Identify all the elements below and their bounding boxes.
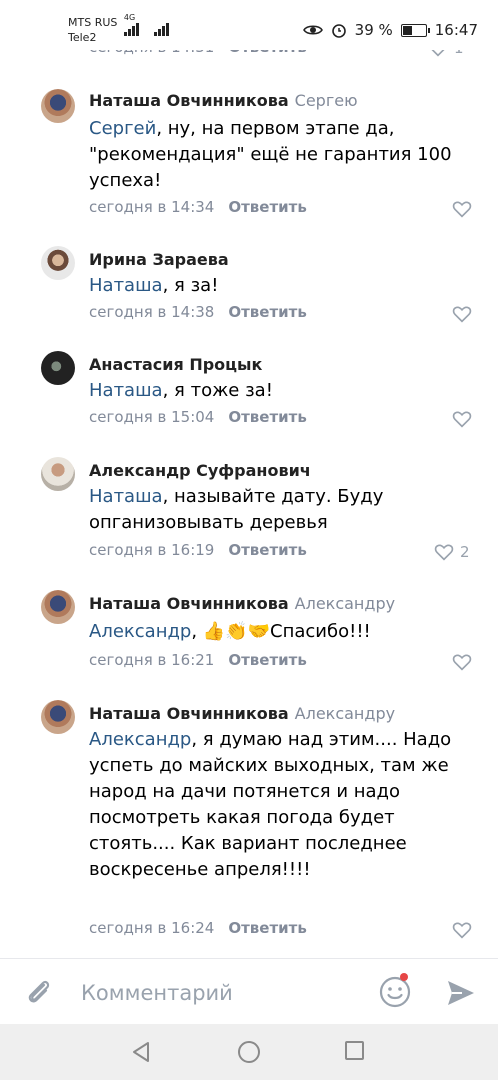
comment-input[interactable] <box>79 975 373 1011</box>
eye-icon <box>302 25 323 35</box>
like-button[interactable] <box>452 409 474 429</box>
comment-text: Наташа, я за! <box>89 273 479 299</box>
comment-text: Наташа, называйте дату. Буду опганизовыв… <box>89 484 479 536</box>
comment-body: , я тоже за! <box>162 380 273 401</box>
reply-button[interactable]: Ответить <box>228 651 307 669</box>
heart-icon <box>452 411 472 428</box>
alarm-icon <box>331 24 346 38</box>
comment-time: сегодня в 16:24 <box>89 919 215 937</box>
comment-meta: сегодня в 14:38 Ответить <box>89 303 307 321</box>
comment-item: Наташа Овчинникова Александру Александр, … <box>0 698 498 953</box>
status-bar: MTS RUS 4G Tele2 39 % 16:47 <box>0 0 498 50</box>
mention-link[interactable]: Наташа <box>89 275 163 296</box>
send-icon[interactable] <box>446 979 476 1007</box>
comment-body: , я за! <box>162 275 219 296</box>
avatar[interactable] <box>41 351 75 385</box>
mention-link[interactable]: Сергей <box>89 118 156 139</box>
comment-body: , <box>191 621 203 642</box>
reply-to-label: Сергею <box>294 91 358 110</box>
comment-author[interactable]: Анастасия Процык <box>89 355 262 374</box>
heart-icon <box>452 922 472 939</box>
comment-time: сегодня в 15:04 <box>89 408 215 426</box>
recents-icon[interactable] <box>345 1041 364 1060</box>
emoji-group: 👍👏🤝 <box>202 621 271 642</box>
avatar[interactable] <box>41 457 75 491</box>
reply-to-label: Александру <box>294 704 396 723</box>
reply-button[interactable]: Ответить <box>228 303 307 321</box>
home-icon[interactable] <box>238 1041 260 1063</box>
comment-composer <box>0 958 498 1025</box>
like-button[interactable] <box>452 199 474 219</box>
comment-author[interactable]: Наташа Овчинникова <box>89 91 289 110</box>
carrier-1: MTS RUS <box>68 16 118 29</box>
reply-button[interactable]: Ответить <box>228 919 307 937</box>
system-nav-bar <box>0 1024 498 1080</box>
like-count: 2 <box>460 543 470 561</box>
like-button[interactable] <box>452 652 474 672</box>
heart-icon <box>452 654 472 671</box>
signal-icon <box>124 20 142 36</box>
comment-author[interactable]: Наташа Овчинникова <box>89 704 289 723</box>
heart-icon <box>452 201 472 218</box>
comment-author-line: Анастасия Процык <box>89 355 262 374</box>
mention-link[interactable]: Наташа <box>89 380 163 401</box>
comment-time: сегодня в 14:34 <box>89 198 215 216</box>
avatar[interactable] <box>41 700 75 734</box>
like-button[interactable] <box>452 920 474 940</box>
like-button[interactable]: 2 <box>434 542 474 562</box>
comment-body-end: Спасибо!!! <box>270 621 371 642</box>
clock: 16:47 <box>434 21 478 39</box>
comment-text: Сергей, ну, на первом этапе да, "рекомен… <box>89 116 479 194</box>
reply-to-label: Александру <box>294 594 396 613</box>
comment-item: Наташа Овчинникова Сергею Сергей, ну, на … <box>0 85 498 225</box>
comment-item: Анастасия Процык Наташа, я тоже за! сего… <box>0 349 498 439</box>
back-icon[interactable] <box>130 1041 152 1063</box>
like-button[interactable] <box>452 304 474 324</box>
mention-link[interactable]: Александр <box>89 621 191 642</box>
comment-meta: сегодня в 14:34 Ответить <box>89 198 307 216</box>
mention-link[interactable]: Александр <box>89 729 191 750</box>
heart-icon <box>452 306 472 323</box>
comment-meta: сегодня в 16:24 Ответить <box>89 919 307 937</box>
signal-icon <box>154 20 172 36</box>
reply-button[interactable]: Ответить <box>228 541 307 559</box>
comment-time: сегодня в 14:38 <box>89 303 215 321</box>
mention-link[interactable]: Наташа <box>89 486 163 507</box>
comment-author[interactable]: Ирина Зараева <box>89 250 229 269</box>
avatar[interactable] <box>41 89 75 123</box>
comment-author-line: Наташа Овчинникова Сергею <box>89 91 358 110</box>
avatar[interactable] <box>41 590 75 624</box>
notification-dot <box>400 973 408 981</box>
battery-percent: 39 % <box>354 21 393 39</box>
comment-author-line: Ирина Зараева <box>89 250 229 269</box>
reply-button[interactable]: Ответить <box>228 408 307 426</box>
reply-button[interactable]: Ответить <box>228 198 307 216</box>
heart-icon <box>434 544 454 561</box>
comment-meta: сегодня в 15:04 Ответить <box>89 408 307 426</box>
comment-list[interactable]: сегодня в 14:31Ответить 1 Наташа Овчинни… <box>0 0 498 958</box>
avatar[interactable] <box>41 246 75 280</box>
comment-meta: сегодня в 16:21 Ответить <box>89 651 307 669</box>
comment-item: Александр Суфранович Наташа, называйте д… <box>0 455 498 570</box>
comment-text: Александр, я думаю над этим.... Надо усп… <box>89 727 469 883</box>
paperclip-icon[interactable] <box>24 977 54 1007</box>
smile-icon[interactable] <box>378 975 412 1009</box>
comment-author-line: Наташа Овчинникова Александру <box>89 594 395 613</box>
comment-time: сегодня в 16:21 <box>89 651 215 669</box>
comment-item: Наташа Овчинникова Александру Александр, … <box>0 588 498 683</box>
comment-author[interactable]: Александр Суфранович <box>89 461 311 480</box>
comment-text: Александр, 👍👏🤝Спасибо!!! <box>89 619 479 645</box>
comment-body: , я думаю над этим.... Надо успеть до ма… <box>89 729 452 880</box>
battery-icon <box>400 23 430 37</box>
comment-item: Ирина Зараева Наташа, я за! сегодня в 14… <box>0 244 498 334</box>
status-right: 39 % 16:47 <box>302 21 478 39</box>
comment-author-line: Александр Суфранович <box>89 461 311 480</box>
comment-text: Наташа, я тоже за! <box>89 378 479 404</box>
comment-time: сегодня в 16:19 <box>89 541 215 559</box>
comment-author-line: Наташа Овчинникова Александру <box>89 704 395 723</box>
comment-author[interactable]: Наташа Овчинникова <box>89 594 289 613</box>
comment-meta: сегодня в 16:19 Ответить <box>89 541 307 559</box>
